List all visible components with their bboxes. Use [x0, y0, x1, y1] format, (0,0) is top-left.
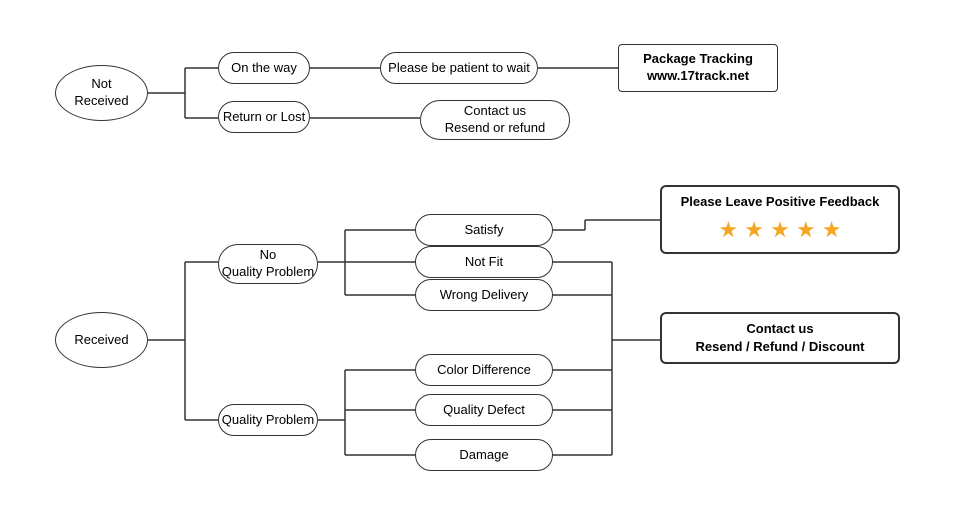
wrong-delivery-node: Wrong Delivery: [415, 279, 553, 311]
on-the-way-node: On the way: [218, 52, 310, 84]
quality-problem-node: Quality Problem: [218, 404, 318, 436]
contact-discount-box: Contact us Resend / Refund / Discount: [660, 312, 900, 364]
received-node: Received: [55, 312, 148, 368]
satisfy-node: Satisfy: [415, 214, 553, 246]
not-fit-node: Not Fit: [415, 246, 553, 278]
feedback-text: Please Leave Positive Feedback: [672, 193, 888, 211]
package-tracking-node: Package Tracking www.17track.net: [618, 44, 778, 92]
not-received-node: Not Received: [55, 65, 148, 121]
color-difference-node: Color Difference: [415, 354, 553, 386]
quality-defect-node: Quality Defect: [415, 394, 553, 426]
damage-node: Damage: [415, 439, 553, 471]
return-or-lost-node: Return or Lost: [218, 101, 310, 133]
no-quality-problem-node: No Quality Problem: [218, 244, 318, 284]
contact-discount-text: Contact us Resend / Refund / Discount: [672, 320, 888, 356]
contact-resend-refund-node: Contact us Resend or refund: [420, 100, 570, 140]
please-patient-node: Please be patient to wait: [380, 52, 538, 84]
stars-display: ★ ★ ★ ★ ★: [672, 215, 888, 246]
feedback-box: Please Leave Positive Feedback ★ ★ ★ ★ ★: [660, 185, 900, 254]
